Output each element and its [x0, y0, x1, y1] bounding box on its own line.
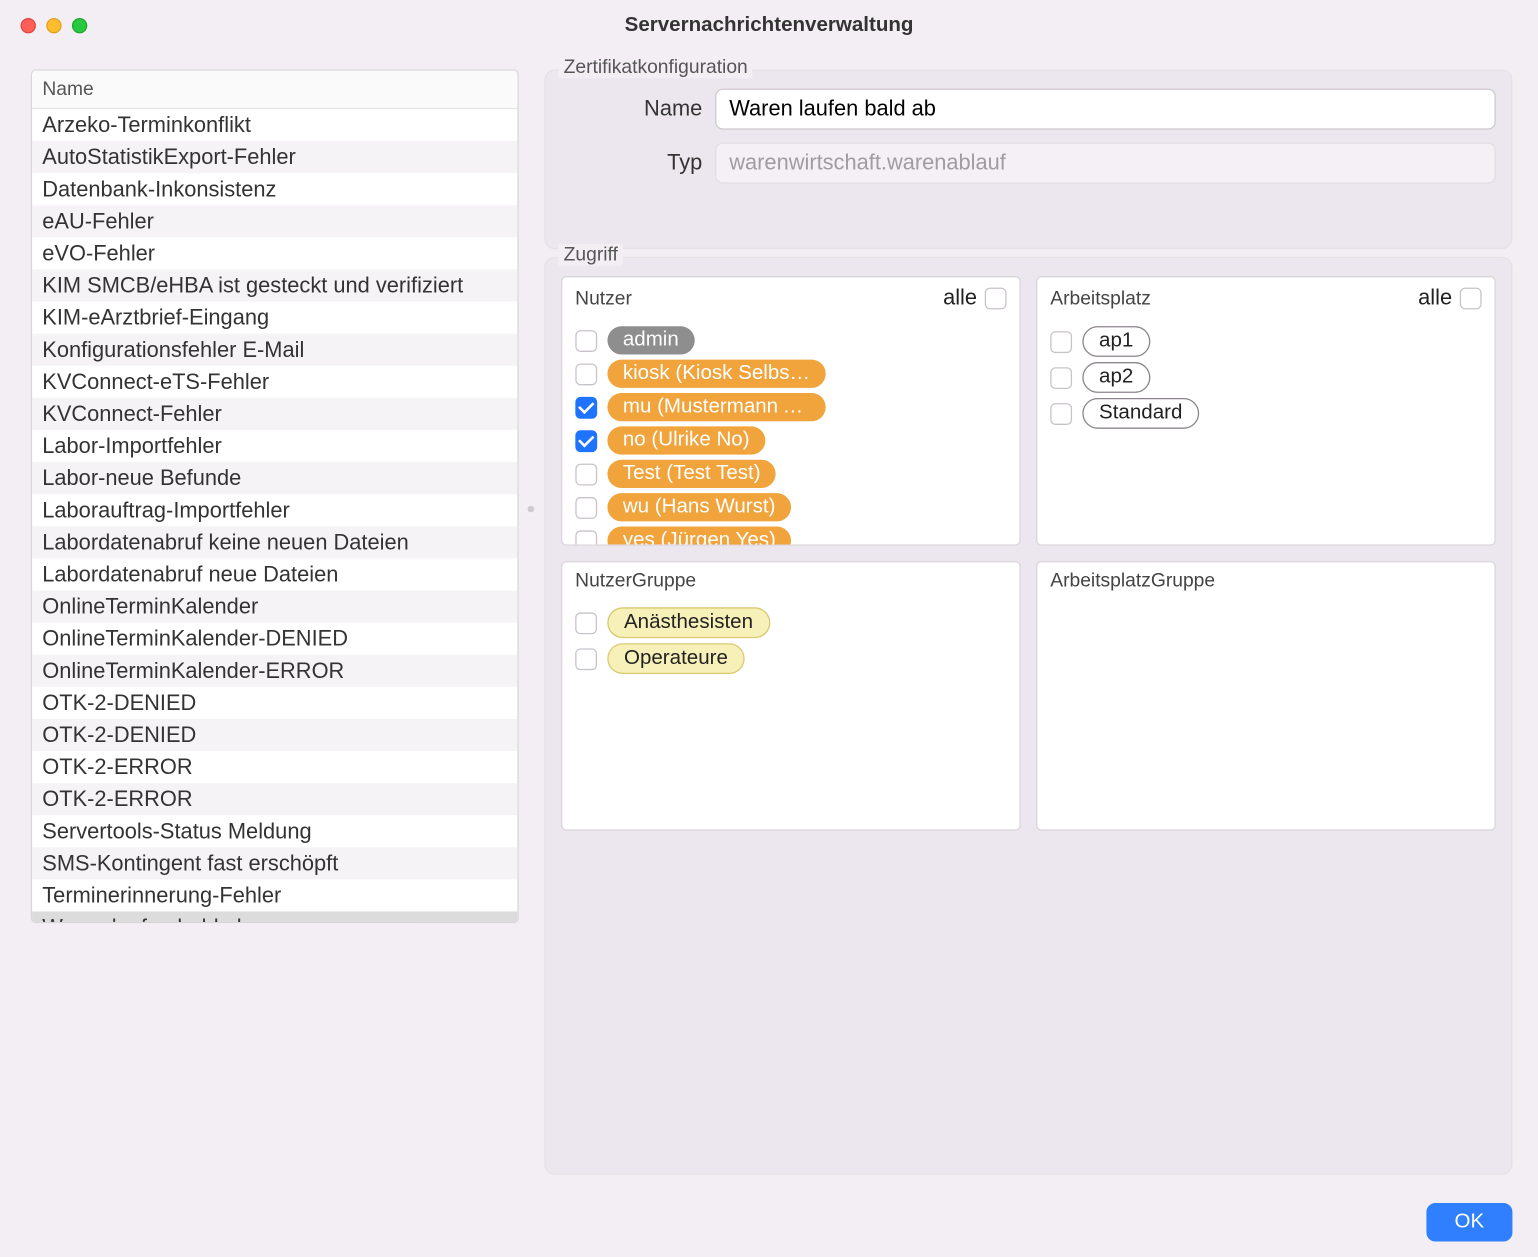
- list-item[interactable]: AutoStatistikExport-Fehler: [32, 141, 517, 173]
- close-icon[interactable]: [21, 18, 36, 33]
- traffic-lights: [21, 18, 88, 33]
- titlebar: Servernachrichtenverwaltung: [0, 0, 1538, 51]
- check-row: mu (Mustermann Angeli…: [575, 393, 1006, 421]
- splitter[interactable]: [526, 69, 534, 1174]
- list-item[interactable]: KVConnect-Fehler: [32, 398, 517, 430]
- splitter-handle-icon: [527, 506, 533, 512]
- pill-label: Standard: [1082, 398, 1199, 429]
- list-item[interactable]: Terminerinnerung-Fehler: [32, 879, 517, 911]
- checkbox[interactable]: [1050, 403, 1072, 425]
- list-item[interactable]: SMS-Kontingent fast erschöpft: [32, 847, 517, 879]
- nutzergruppe-panel: NutzerGruppe Anästhesisten Operateure: [561, 561, 1021, 831]
- checkbox[interactable]: [575, 363, 597, 385]
- cert-config-fieldset: Zertifikatkonfiguration Name Typ: [544, 69, 1512, 249]
- check-row: no (Ulrike No): [575, 426, 1006, 454]
- list-item[interactable]: Waren laufen bald ab: [32, 912, 517, 922]
- arbeitsplatzgruppe-title: ArbeitsplatzGruppe: [1050, 570, 1215, 592]
- window-title: Servernachrichtenverwaltung: [0, 14, 1538, 37]
- list-item[interactable]: OTK-2-DENIED: [32, 687, 517, 719]
- name-label: Name: [561, 96, 715, 122]
- arbeitsplatz-all-checkbox[interactable]: [1460, 287, 1482, 309]
- pill-label: admin: [607, 326, 694, 354]
- window: Servernachrichtenverwaltung Name Arzeko-…: [0, 0, 1538, 1257]
- list-item[interactable]: OTK-2-DENIED: [32, 719, 517, 751]
- nutzer-title: Nutzer: [575, 287, 632, 309]
- pill-label: Anästhesisten: [607, 607, 769, 638]
- checkbox[interactable]: [575, 612, 597, 634]
- checkbox[interactable]: [575, 429, 597, 451]
- nutzer-all-checkbox[interactable]: [985, 287, 1007, 309]
- list-item[interactable]: KIM-eArztbrief-Eingang: [32, 302, 517, 334]
- name-field[interactable]: [715, 89, 1496, 130]
- list-item[interactable]: Servertools-Status Meldung: [32, 815, 517, 847]
- list-item[interactable]: OnlineTerminKalender-ERROR: [32, 655, 517, 687]
- pill-label: wu (Hans Wurst): [607, 493, 790, 521]
- list-item[interactable]: Labordatenabruf keine neuen Dateien: [32, 526, 517, 558]
- arbeitsplatz-all-label: alle: [1418, 285, 1452, 311]
- list-item[interactable]: Labor-Importfehler: [32, 430, 517, 462]
- nutzer-all-label: alle: [943, 285, 977, 311]
- pill-label: no (Ulrike No): [607, 426, 765, 454]
- list-item[interactable]: Labor-neue Befunde: [32, 462, 517, 494]
- checkbox[interactable]: [575, 463, 597, 485]
- checkbox[interactable]: [575, 648, 597, 670]
- checkbox[interactable]: [575, 396, 597, 418]
- list-item[interactable]: KVConnect-eTS-Fehler: [32, 366, 517, 398]
- access-fieldset: Zugriff Nutzer alle adminkiosk (Kiosk Se…: [544, 257, 1512, 1175]
- list-header[interactable]: Name: [32, 71, 517, 110]
- ok-button[interactable]: OK: [1426, 1203, 1512, 1242]
- pill-label: Test (Test Test): [607, 460, 776, 488]
- arbeitsplatzgruppe-body[interactable]: [1037, 597, 1494, 829]
- nutzergruppe-body[interactable]: Anästhesisten Operateure: [562, 597, 1019, 829]
- pill-label: ap2: [1082, 362, 1150, 393]
- pill-label: yes (Jürgen Yes): [607, 526, 791, 544]
- check-row: admin: [575, 326, 1006, 354]
- checkbox[interactable]: [575, 329, 597, 351]
- arbeitsplatzgruppe-panel: ArbeitsplatzGruppe: [1036, 561, 1496, 831]
- list-item[interactable]: Laborauftrag-Importfehler: [32, 494, 517, 526]
- checkbox[interactable]: [1050, 367, 1072, 389]
- list-item[interactable]: Datenbank-Inkonsistenz: [32, 173, 517, 205]
- list-item[interactable]: Arzeko-Terminkonflikt: [32, 109, 517, 141]
- check-row: kiosk (Kiosk Selbstanme…: [575, 359, 1006, 387]
- list-body[interactable]: Arzeko-TerminkonfliktAutoStatistikExport…: [32, 109, 517, 922]
- list-item[interactable]: Labordatenabruf neue Dateien: [32, 558, 517, 590]
- check-row: Operateure: [575, 643, 1006, 674]
- list-item[interactable]: OTK-2-ERROR: [32, 783, 517, 815]
- check-row: Standard: [1050, 398, 1481, 429]
- checkbox[interactable]: [575, 496, 597, 518]
- typ-field: [715, 143, 1496, 184]
- checkbox[interactable]: [1050, 331, 1072, 353]
- pill-label: Operateure: [607, 643, 744, 674]
- pill-label: ap1: [1082, 326, 1150, 357]
- pill-label: mu (Mustermann Angeli…: [607, 393, 825, 421]
- arbeitsplatz-body[interactable]: ap1 ap2 Standard: [1037, 316, 1494, 545]
- list-item[interactable]: OnlineTerminKalender-DENIED: [32, 623, 517, 655]
- arbeitsplatz-panel: Arbeitsplatz alle ap1 ap2 Standard: [1036, 276, 1496, 546]
- checkbox[interactable]: [575, 530, 597, 545]
- check-row: ap1: [1050, 326, 1481, 357]
- nutzer-panel: Nutzer alle admin kiosk (Kiosk Selbstanme…: [561, 276, 1021, 546]
- cert-legend: Zertifikatkonfiguration: [558, 56, 752, 78]
- message-list: Name Arzeko-TerminkonfliktAutoStatistikE…: [31, 69, 519, 923]
- check-row: wu (Hans Wurst): [575, 493, 1006, 521]
- access-legend: Zugriff: [558, 244, 623, 266]
- check-row: Anästhesisten: [575, 607, 1006, 638]
- check-row: Test (Test Test): [575, 460, 1006, 488]
- check-row: yes (Jürgen Yes): [575, 526, 1006, 544]
- list-item[interactable]: eAU-Fehler: [32, 205, 517, 237]
- list-item[interactable]: eVO-Fehler: [32, 238, 517, 270]
- minimize-icon[interactable]: [46, 18, 61, 33]
- nutzergruppe-title: NutzerGruppe: [575, 570, 696, 592]
- arbeitsplatz-title: Arbeitsplatz: [1050, 287, 1151, 309]
- list-item[interactable]: OTK-2-ERROR: [32, 751, 517, 783]
- list-item[interactable]: KIM SMCB/eHBA ist gesteckt und verifizie…: [32, 270, 517, 302]
- maximize-icon[interactable]: [72, 18, 87, 33]
- list-item[interactable]: OnlineTerminKalender: [32, 591, 517, 623]
- list-item[interactable]: Konfigurationsfehler E-Mail: [32, 334, 517, 366]
- nutzer-body[interactable]: admin kiosk (Kiosk Selbstanme… mu (Musterm…: [562, 316, 1019, 545]
- check-row: ap2: [1050, 362, 1481, 393]
- typ-label: Typ: [561, 150, 715, 176]
- pill-label: kiosk (Kiosk Selbstanme…: [607, 359, 825, 387]
